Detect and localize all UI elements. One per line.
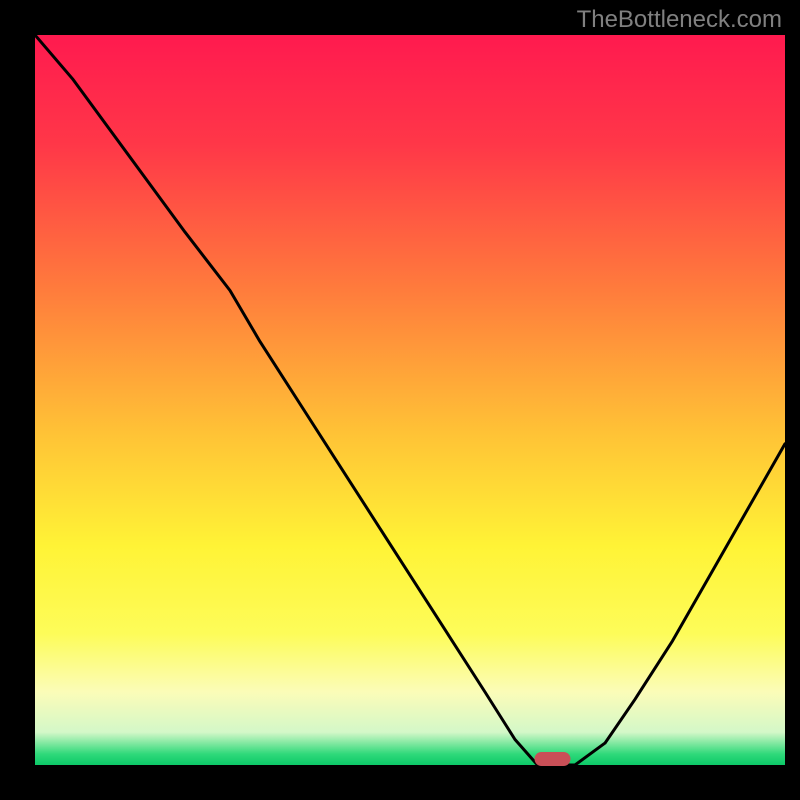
watermark-text: TheBottleneck.com xyxy=(577,6,782,34)
chart-container: { "watermark": "TheBottleneck.com", "mar… xyxy=(0,0,800,800)
bottleneck-chart xyxy=(0,0,800,800)
chart-gradient-bg xyxy=(35,35,785,765)
optimal-marker xyxy=(535,752,571,766)
